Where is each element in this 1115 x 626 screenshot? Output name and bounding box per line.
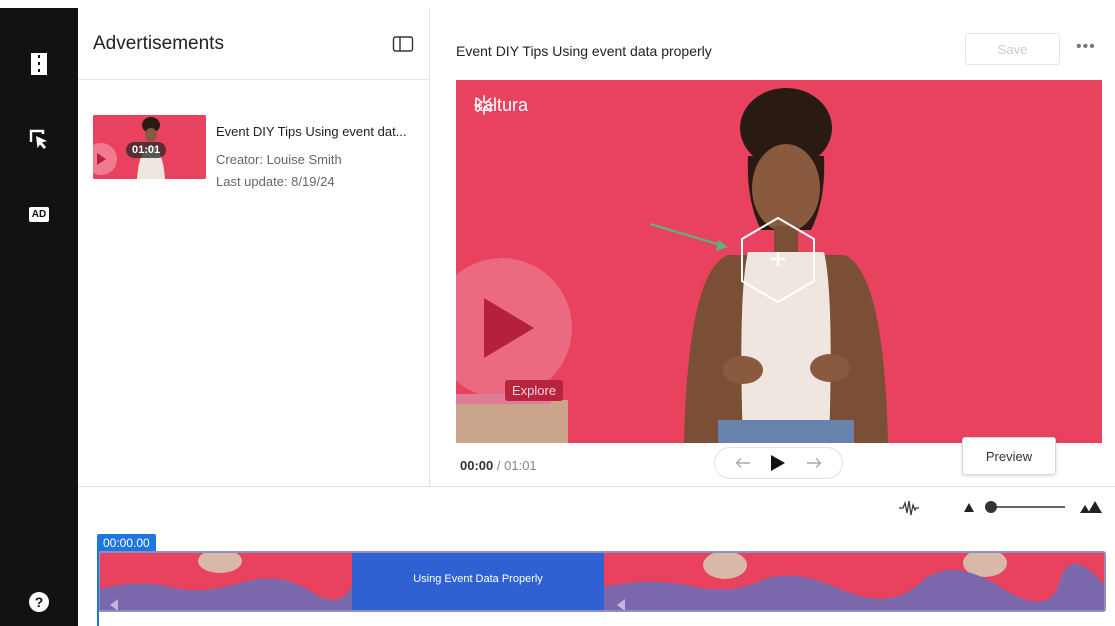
play-button[interactable] xyxy=(766,451,790,475)
current-time: 00:00 xyxy=(460,458,494,473)
playhead-line[interactable] xyxy=(97,552,99,626)
entry-creator: Creator: Louise Smith xyxy=(216,152,342,167)
zoom-slider-handle[interactable] xyxy=(985,501,997,513)
entry-last-update: Last update: 8/19/24 xyxy=(216,174,335,189)
list-header: Advertisements xyxy=(78,8,429,80)
entry-title: Event DIY Tips Using event dat... xyxy=(216,124,407,139)
transport-controls xyxy=(714,447,843,479)
playhead-time[interactable]: 00:00.00 xyxy=(97,534,156,552)
step-back-button[interactable] xyxy=(731,451,755,475)
list-item[interactable]: 01:01 Event DIY Tips Using event dat... … xyxy=(93,115,418,189)
save-button[interactable]: Save xyxy=(965,33,1060,65)
more-options-button[interactable]: ••• xyxy=(1076,39,1100,60)
video-player[interactable]: kaltura Explore xyxy=(456,80,1102,443)
duration-badge: 01:01 xyxy=(126,142,167,158)
timeline-track[interactable]: Using Event Data Properly xyxy=(98,551,1106,612)
kaltura-logo-icon xyxy=(474,95,494,115)
step-forward-button[interactable] xyxy=(802,451,826,475)
panel-toggle-icon xyxy=(392,36,414,52)
play-icon xyxy=(771,455,786,471)
video-title: Event DIY Tips Using event data properly xyxy=(456,43,712,59)
total-time: 01:01 xyxy=(504,458,537,473)
zoom-slider-track[interactable] xyxy=(985,506,1065,508)
ad-icon: AD xyxy=(28,206,50,222)
overlay-label: Explore xyxy=(505,380,564,401)
left-rail: AD ? xyxy=(0,8,78,626)
ads-list-panel: Advertisements 01:01 Event DIY Tips Usin… xyxy=(78,8,430,486)
panel-title: Advertisements xyxy=(93,33,224,54)
sidebar-item-ads[interactable]: AD xyxy=(0,204,78,224)
sidebar-item-film[interactable] xyxy=(0,52,78,76)
waveform-toggle-icon[interactable] xyxy=(898,500,920,516)
cursor-select-icon xyxy=(29,129,47,149)
time-display: 00:00 / 01:01 xyxy=(460,458,537,473)
ad-segment-label: Using Event Data Properly xyxy=(413,573,543,585)
zoom-out-icon[interactable] xyxy=(963,501,975,513)
help-button[interactable]: ? xyxy=(0,590,78,614)
timeline-divider xyxy=(78,486,1115,487)
time-separator: / xyxy=(496,458,501,473)
film-strip-icon xyxy=(31,53,47,75)
zoom-in-icon[interactable] xyxy=(1080,500,1102,514)
help-icon: ? xyxy=(29,592,49,612)
arrow-left-icon xyxy=(735,458,750,468)
brand-logo: kaltura xyxy=(474,95,528,116)
sidebar-item-select[interactable] xyxy=(0,126,78,152)
entry-thumbnail: 01:01 xyxy=(93,115,206,179)
arrow-right-icon xyxy=(807,458,822,468)
preview-button[interactable]: Preview xyxy=(962,437,1056,475)
collapse-panel-button[interactable] xyxy=(392,35,414,53)
